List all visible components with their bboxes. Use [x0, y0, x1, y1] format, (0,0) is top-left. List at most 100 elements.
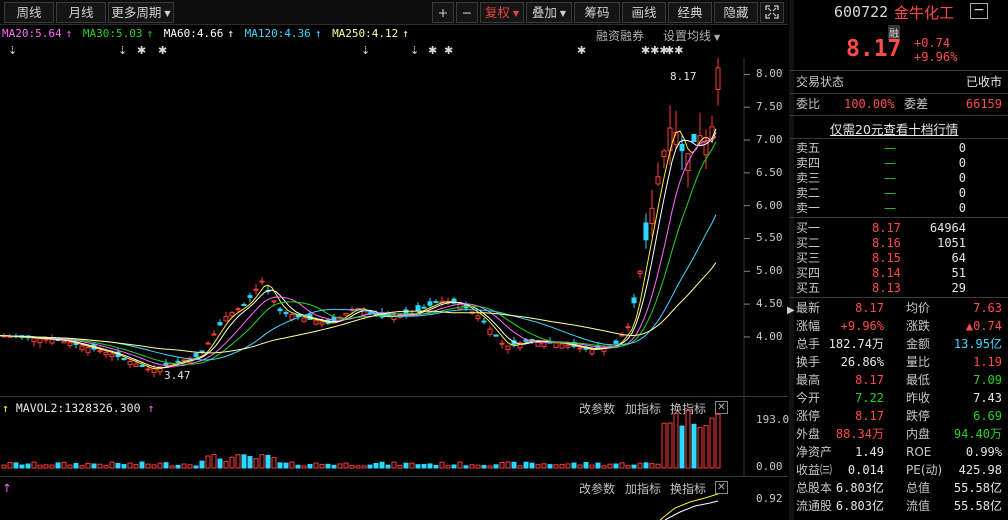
event-marker-icon[interactable]: ✱	[428, 44, 437, 57]
fullscreen-button[interactable]	[760, 2, 784, 23]
event-marker-icon[interactable]: ✱✱	[665, 44, 683, 57]
price-tick-label: 6.50	[756, 165, 783, 179]
volume-bar	[61, 461, 67, 469]
stat-value: 182.74万	[828, 337, 884, 351]
candle-body	[475, 315, 481, 320]
volume-bar	[307, 463, 313, 469]
event-marker-icon[interactable]: ✱	[444, 44, 453, 57]
margin-trading-link[interactable]: 融资融券	[596, 27, 644, 44]
candle-body	[691, 133, 697, 143]
candle-body	[247, 295, 253, 298]
candle-body	[133, 363, 139, 367]
stat-value: 94.40万	[953, 427, 1002, 441]
price-tick-label: 5.00	[756, 264, 783, 278]
ma-settings-dropdown[interactable]: 设置均线 ▼	[663, 27, 720, 44]
event-marker-icon[interactable]: ⇣	[8, 44, 17, 57]
bid-level-row: 买一 8.17 64964	[796, 221, 1002, 236]
moving-average-lines	[0, 128, 717, 370]
volume-bar	[157, 462, 163, 469]
stat-label: 换手	[796, 355, 821, 369]
candle-body	[37, 338, 43, 344]
level2-promo-link[interactable]: 仅需20元查看十档行情	[830, 119, 958, 138]
bid-level-row: 买三 8.15 64	[796, 251, 1002, 266]
volume-chart[interactable]	[0, 396, 788, 476]
chevron-right-icon[interactable]: ▶	[787, 305, 795, 316]
candle-body	[553, 342, 559, 348]
volume-bar	[1, 464, 7, 469]
volume-bar	[133, 464, 139, 469]
volume-bar	[265, 454, 271, 469]
fullscreen-icon	[765, 5, 779, 19]
ask-level-row: 卖二 — 0	[796, 186, 1002, 201]
volume-bar	[247, 456, 253, 469]
candle-body	[241, 303, 247, 306]
stat-label: 流值	[906, 499, 931, 513]
candle-body	[259, 280, 265, 283]
candlestick-chart[interactable]	[0, 58, 788, 396]
candle-body	[79, 345, 85, 351]
volume-bar	[67, 464, 73, 469]
volume-bar	[709, 417, 715, 469]
candle-body	[61, 340, 67, 344]
bid-level-label: 买五	[796, 281, 821, 295]
ask-level-row: 卖一 — 0	[796, 201, 1002, 216]
volume-bar	[37, 464, 43, 469]
stat-value: 7.63	[973, 301, 1002, 315]
bid-volume: 64	[951, 251, 966, 265]
ask-price: —	[884, 156, 896, 170]
ma120-value: MA120:4.36	[244, 27, 311, 40]
ask-level-label: 卖四	[796, 156, 821, 170]
divider	[790, 138, 1008, 139]
stat-row: 总股本 6.803亿 总值 55.58亿	[796, 481, 1002, 496]
event-marker-icon[interactable]: ⇣	[361, 44, 370, 57]
bid-volume: 51	[951, 266, 966, 280]
volume-bar	[679, 425, 685, 469]
up-arrow-icon: ↑	[227, 27, 234, 40]
tab-weekly[interactable]: 周线	[4, 2, 54, 23]
indicator-chart[interactable]	[0, 476, 744, 520]
stock-name: 金牛化工	[894, 4, 955, 22]
volume-bar	[151, 464, 157, 469]
price-tick-label: 8.00	[756, 67, 783, 81]
adjust-dropdown[interactable]: 复权 ▼	[480, 2, 524, 23]
stat-label: 外盘	[796, 427, 821, 441]
event-marker-icon[interactable]: ✱	[158, 44, 167, 57]
candle-body	[577, 347, 583, 350]
volume-bar	[703, 425, 709, 469]
tab-monthly[interactable]: 月线	[56, 2, 106, 23]
event-marker-icon[interactable]: ⇣	[410, 44, 419, 57]
candle-body	[211, 333, 217, 336]
stat-row: 净资产 1.49 ROE 0.99%	[796, 445, 1002, 460]
event-marker-icon[interactable]: ⇣	[118, 44, 127, 57]
candle-body	[205, 342, 211, 345]
volume-bar	[343, 462, 349, 469]
chips-button[interactable]: 筹码	[574, 2, 620, 23]
volume-bar	[121, 464, 127, 469]
zoom-in-button[interactable]: +	[432, 2, 454, 23]
ma250-value: MA250:4.12	[332, 27, 399, 40]
stat-row: 今开 7.22 昨收 7.43	[796, 391, 1002, 406]
volume-bar	[667, 422, 673, 469]
volume-bar	[373, 462, 379, 469]
candle-body	[175, 360, 181, 363]
stat-value: 6.803亿	[835, 499, 884, 513]
draw-line-button[interactable]: 画线	[622, 2, 666, 23]
event-marker-icon[interactable]: ✱	[137, 44, 146, 57]
price-tick-label: 7.50	[756, 100, 783, 114]
volume-bar	[661, 422, 667, 469]
candle-body	[229, 312, 235, 317]
candle-body	[487, 328, 493, 335]
more-periods-dropdown[interactable]: 更多周期 ▼	[108, 2, 174, 23]
hide-button[interactable]: 隐藏	[714, 2, 758, 23]
classic-button[interactable]: 经典	[668, 2, 712, 23]
minimize-icon[interactable]: −	[970, 3, 988, 19]
candle-body	[673, 131, 679, 145]
volume-bar	[205, 455, 211, 469]
candle-body	[271, 300, 277, 303]
panel-collapse-strip[interactable]	[789, 0, 794, 520]
overlay-dropdown[interactable]: 叠加 ▼	[526, 2, 572, 23]
volume-bar	[331, 464, 337, 469]
zoom-out-button[interactable]: −	[456, 2, 478, 23]
candle-body	[217, 322, 223, 326]
event-marker-icon[interactable]: ✱	[577, 44, 586, 57]
